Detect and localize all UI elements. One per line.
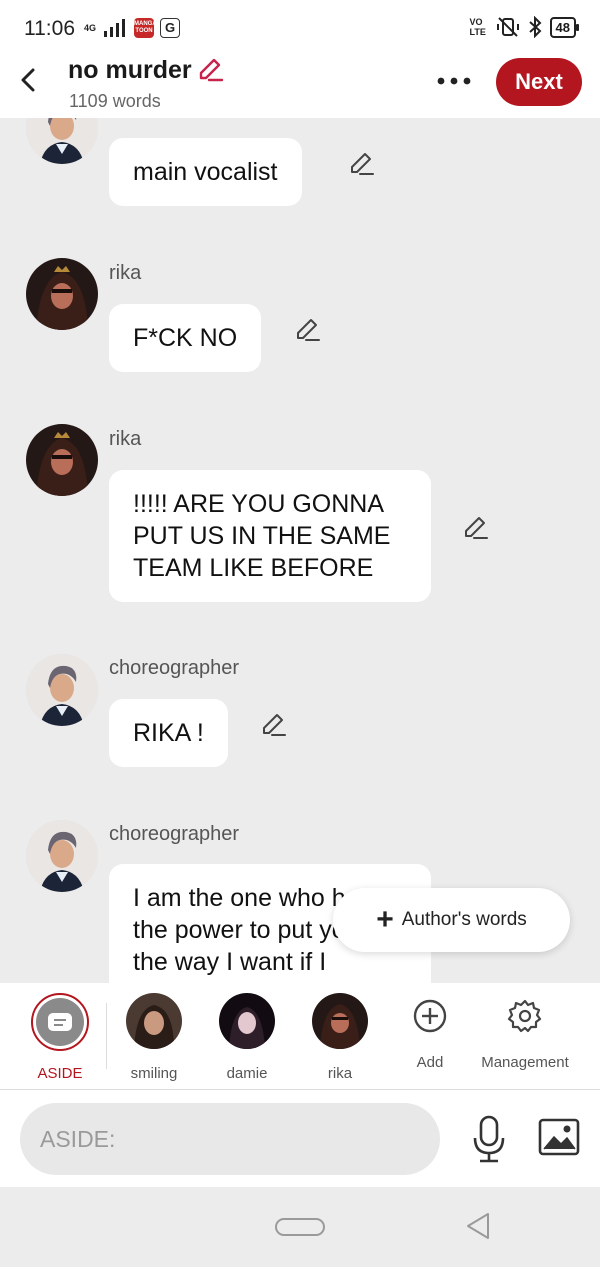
chat-area[interactable]: main vocalist rika F*CK NO rika !!!!! AR… xyxy=(0,118,600,983)
avatar-choreographer[interactable] xyxy=(26,820,98,892)
status-time: 11:06 xyxy=(24,17,75,40)
volte-icon: VO LTE xyxy=(469,17,486,37)
avatar-choreographer[interactable] xyxy=(26,654,98,726)
message-bubble[interactable]: RIKA ! xyxy=(109,699,228,767)
message-text: !!!!! ARE YOU GONNA PUT US IN THE SAME T… xyxy=(133,490,391,582)
character-label: smiling xyxy=(130,1065,178,1082)
character-bar: ASIDE smiling damie rika Add Management xyxy=(0,983,600,1090)
message-text: RIKA ! xyxy=(133,719,204,747)
vibrate-mute-icon xyxy=(496,17,519,37)
status-left-icons: 4G MANGA TOON G xyxy=(84,18,181,38)
edit-message-icon[interactable] xyxy=(348,150,376,178)
divider xyxy=(106,1003,107,1069)
back-arrow-icon[interactable] xyxy=(14,62,44,98)
avatar-rika[interactable] xyxy=(26,424,98,496)
authors-words-button[interactable]: + Author's words xyxy=(333,888,570,952)
plus-icon: + xyxy=(376,903,394,936)
add-character-button[interactable]: Add xyxy=(385,993,475,1071)
sender-name: rika xyxy=(109,428,142,450)
edit-message-icon[interactable] xyxy=(294,316,322,344)
authors-words-label: Author's words xyxy=(401,909,527,930)
character-smiling[interactable]: smiling xyxy=(109,993,199,1082)
edit-message-icon[interactable] xyxy=(462,514,490,542)
character-label: rika xyxy=(327,1065,353,1082)
gear-icon xyxy=(507,999,542,1033)
sender-name: choreographer xyxy=(109,657,240,679)
management-label: Management xyxy=(481,1054,569,1071)
network-type: 4G xyxy=(84,23,97,33)
message-text: main vocalist xyxy=(133,158,278,186)
character-aside[interactable]: ASIDE xyxy=(15,993,105,1082)
message-bubble[interactable]: !!!!! ARE YOU GONNA PUT US IN THE SAME T… xyxy=(109,470,431,602)
aside-selected-ring xyxy=(31,993,89,1051)
management-button[interactable]: Management xyxy=(470,993,580,1071)
message-input[interactable] xyxy=(20,1103,440,1175)
character-label: damie xyxy=(226,1065,268,1082)
signal-icon xyxy=(104,19,126,37)
choreographer-portrait xyxy=(26,654,98,726)
header: no murder 1109 words Next xyxy=(0,52,600,118)
avatar-damie xyxy=(219,993,275,1049)
rika-portrait xyxy=(26,258,98,330)
message-text: F*CK NO xyxy=(133,324,238,352)
character-rika[interactable]: rika xyxy=(295,993,385,1082)
choreographer-portrait xyxy=(26,118,98,164)
avatar-rika[interactable] xyxy=(26,258,98,330)
add-label: Add xyxy=(416,1054,444,1071)
edit-title-icon[interactable] xyxy=(196,56,224,84)
aside-icon xyxy=(36,998,84,1046)
character-label: ASIDE xyxy=(37,1065,83,1082)
rika-portrait xyxy=(26,424,98,496)
word-count: 1109 words xyxy=(69,91,161,111)
image-icon[interactable] xyxy=(538,1118,580,1156)
avatar-rika xyxy=(312,993,368,1049)
google-icon: G xyxy=(160,18,181,38)
system-back-icon[interactable] xyxy=(464,1211,492,1241)
next-button[interactable]: Next xyxy=(496,58,582,106)
add-circle-icon xyxy=(413,999,447,1033)
message-bubble[interactable]: F*CK NO xyxy=(109,304,262,372)
sender-name: choreographer xyxy=(109,823,240,845)
sender-name: rika xyxy=(109,262,142,284)
microphone-icon[interactable] xyxy=(470,1114,508,1164)
choreographer-portrait xyxy=(26,820,98,892)
home-button[interactable] xyxy=(275,1218,325,1236)
status-right-icons: VO LTE 48 xyxy=(469,16,580,38)
story-title: no murder xyxy=(68,56,192,84)
bluetooth-icon xyxy=(528,16,541,38)
more-options-icon[interactable] xyxy=(434,66,474,96)
system-nav-bar xyxy=(0,1187,600,1267)
message-bubble[interactable]: main vocalist xyxy=(109,138,302,206)
input-bar xyxy=(0,1090,600,1187)
character-damie[interactable]: damie xyxy=(202,993,292,1082)
status-bar: 11:06 4G MANGA TOON G VO LTE 48 xyxy=(0,0,600,52)
edit-message-icon[interactable] xyxy=(260,711,288,739)
avatar-smiling xyxy=(126,993,182,1049)
battery-icon: 48 xyxy=(549,16,580,38)
avatar-choreographer[interactable] xyxy=(26,118,98,164)
mangatoon-app-icon: MANGA TOON xyxy=(134,18,157,38)
